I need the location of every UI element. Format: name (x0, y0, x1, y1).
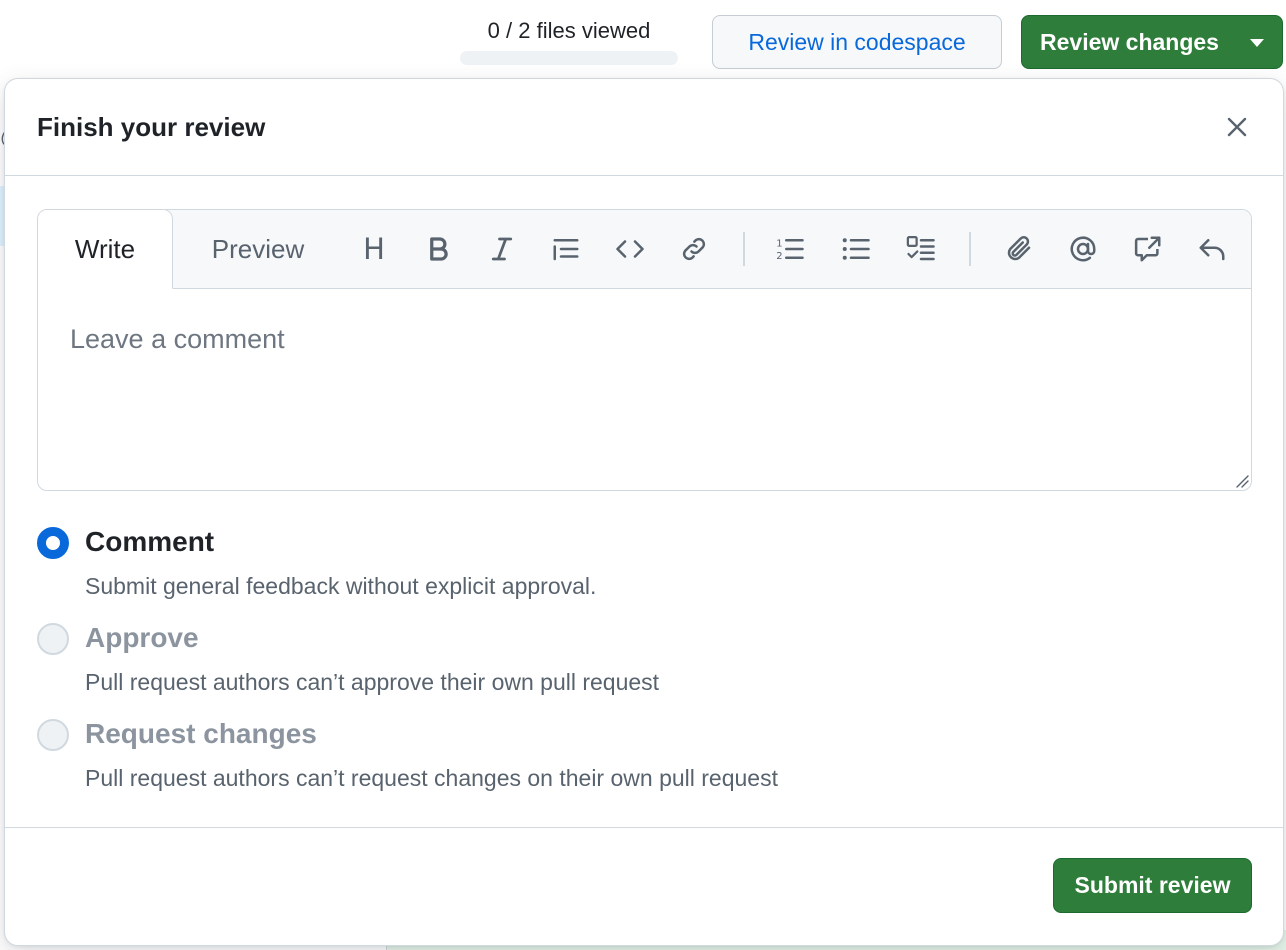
close-icon (1227, 117, 1247, 137)
option-request-changes: Request changes Pull request authors can… (37, 718, 1237, 799)
toolbar-divider (743, 232, 745, 266)
request-changes-radio (37, 719, 69, 751)
heading-icon[interactable]: H (356, 231, 392, 267)
option-approve: Approve Pull request authors can’t appro… (37, 622, 1237, 703)
finish-review-dialog: Finish your review Write Preview H 1 2 L… (4, 78, 1284, 946)
approve-radio (37, 623, 69, 655)
ordered-list-icon[interactable]: 1 2 (772, 231, 808, 267)
comment-radio[interactable] (37, 527, 69, 559)
option-description: Submit general feedback without explicit… (85, 573, 597, 599)
toolbar-divider (969, 232, 971, 266)
code-icon[interactable] (612, 231, 648, 267)
link-icon[interactable] (676, 231, 712, 267)
unordered-list-icon[interactable] (838, 231, 874, 267)
review-changes-label: Review changes (1040, 28, 1219, 55)
comment-editor: Write Preview H 1 2 Leave a comment (37, 209, 1252, 491)
option-label: Request changes (85, 718, 317, 749)
mention-icon[interactable] (1065, 231, 1101, 267)
svg-text:2: 2 (776, 251, 782, 262)
files-viewed-counter: 0 / 2 files viewed (487, 18, 651, 43)
tab-preview[interactable]: Preview (188, 210, 328, 288)
comment-placeholder: Leave a comment (70, 324, 285, 354)
option-comment[interactable]: Comment Submit general feedback without … (37, 526, 1237, 607)
svg-text:1: 1 (776, 239, 782, 250)
option-label: Approve (85, 622, 199, 653)
dialog-header: Finish your review (5, 79, 1283, 176)
close-button[interactable] (1217, 107, 1257, 147)
review-changes-button[interactable]: Review changes (1021, 15, 1283, 69)
cross-reference-icon[interactable] (1130, 231, 1166, 267)
tab-write[interactable]: Write (38, 210, 173, 289)
bold-icon[interactable] (420, 231, 456, 267)
files-viewed-progress-bar (460, 51, 678, 65)
dialog-title: Finish your review (37, 112, 266, 142)
caret-down-icon (1250, 39, 1264, 47)
editor-toolbar: Write Preview H 1 2 (38, 210, 1251, 289)
quote-icon[interactable] (548, 231, 584, 267)
heading-glyph: H (363, 232, 385, 266)
review-in-codespace-button[interactable]: Review in codespace (712, 15, 1002, 69)
submit-review-button[interactable]: Submit review (1053, 858, 1252, 913)
attach-icon[interactable] (1001, 231, 1037, 267)
italic-icon[interactable] (484, 231, 520, 267)
option-description: Pull request authors can’t request chang… (85, 765, 778, 791)
option-description: Pull request authors can’t approve their… (85, 669, 660, 695)
dialog-footer: Submit review (5, 827, 1283, 945)
option-label: Comment (85, 526, 215, 557)
comment-textarea[interactable]: Leave a comment (38, 288, 1251, 490)
pull-request-page: @ 0 / 2 files viewed Review in codespace… (0, 0, 1286, 950)
saved-reply-icon[interactable] (1194, 231, 1230, 267)
task-list-icon[interactable] (903, 231, 939, 267)
resize-handle-icon[interactable] (1233, 472, 1249, 488)
